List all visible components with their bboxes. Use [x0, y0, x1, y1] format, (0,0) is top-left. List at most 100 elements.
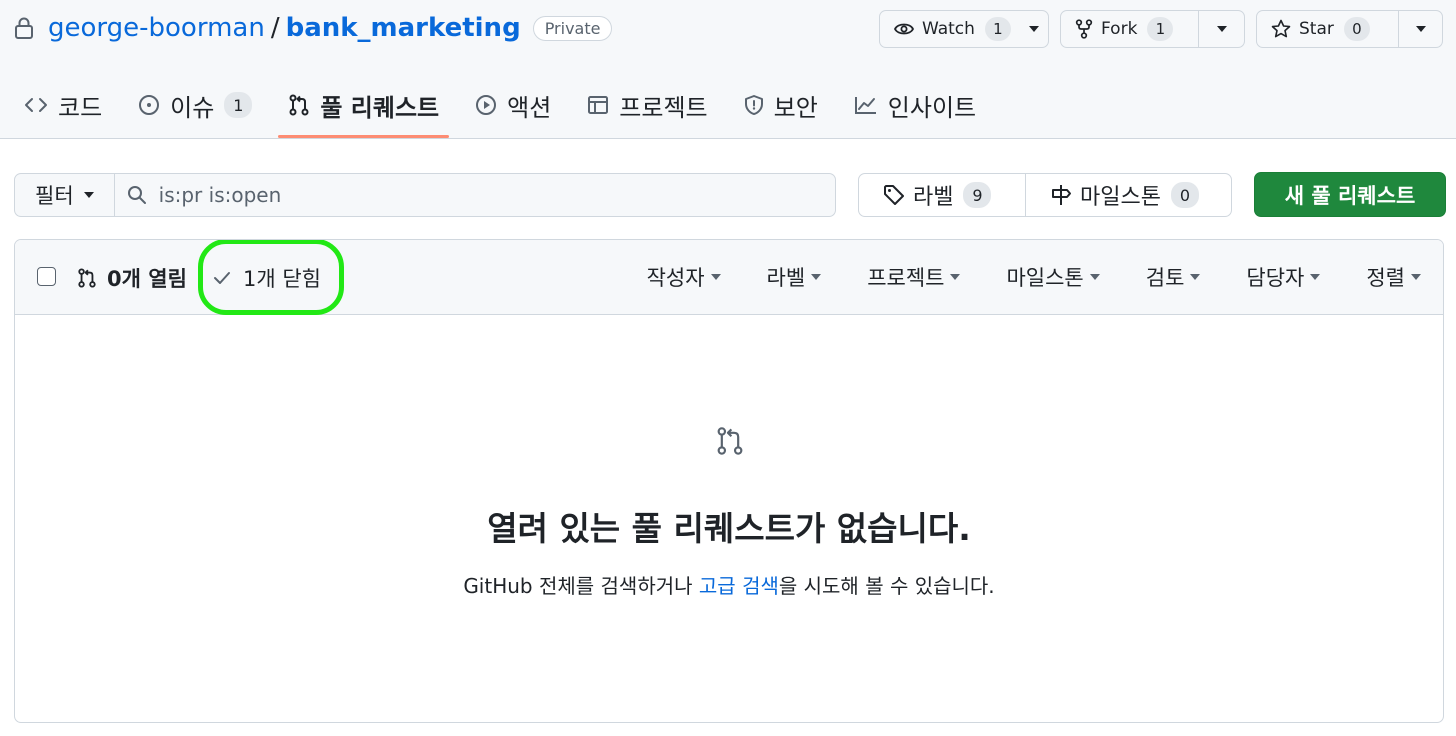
list-header: 0개 열림 1개 닫힘 작성자 라벨 프로젝트 마일스톤 검토 담당자 정렬: [15, 240, 1443, 315]
repo-title: george-boorman / bank_marketing Private: [14, 10, 613, 46]
tab-label: 코드: [58, 93, 103, 122]
repo-header: george-boorman / bank_marketing Private …: [0, 0, 1456, 139]
labels-label: 라벨: [913, 185, 954, 210]
author-menu[interactable]: 작성자: [647, 262, 721, 292]
filter-bar: 필터: [14, 173, 836, 217]
watch-dropdown[interactable]: [1021, 11, 1048, 47]
watch-label: Watch: [922, 19, 975, 39]
tab-security[interactable]: 보안: [734, 80, 828, 130]
chevron-down-icon: [1216, 26, 1227, 32]
empty-state-title: 열려 있는 풀 리퀘스트가 없습니다.: [487, 509, 971, 548]
desc-text-before: GitHub 전체를 검색하거나: [463, 574, 699, 598]
star-label: Star: [1299, 19, 1334, 39]
chevron-down-icon: [811, 274, 822, 280]
menu-label: 정렬: [1366, 266, 1405, 290]
fork-count: 1: [1147, 17, 1174, 41]
reviews-menu[interactable]: 검토: [1146, 262, 1201, 292]
chevron-down-icon: [1310, 274, 1321, 280]
star-dropdown[interactable]: [1398, 11, 1442, 47]
tab-actions[interactable]: 액션: [465, 80, 561, 130]
menu-label: 라벨: [766, 266, 806, 290]
tag-icon: [884, 185, 904, 205]
advanced-search-link[interactable]: 고급 검색: [699, 574, 779, 598]
watch-count: 1: [984, 17, 1011, 41]
fork-button-group: Fork 1: [1060, 10, 1245, 48]
tab-label: 이슈: [170, 93, 215, 122]
tab-count: 1: [224, 92, 253, 118]
lock-icon: [15, 17, 33, 39]
menu-label: 검토: [1145, 266, 1185, 290]
fork-button[interactable]: Fork 1: [1061, 11, 1198, 47]
repo-name-link[interactable]: bank_marketing: [286, 13, 521, 43]
fork-dropdown[interactable]: [1198, 11, 1244, 47]
filter-button[interactable]: 필터: [15, 174, 115, 216]
eye-icon: [894, 23, 914, 35]
tab-label: 보안: [773, 93, 818, 122]
milestones-count: 0: [1170, 182, 1199, 208]
select-all-checkbox[interactable]: [37, 267, 56, 286]
assignee-menu[interactable]: 담당자: [1246, 262, 1321, 292]
star-icon: [1271, 19, 1291, 38]
open-count-label: 0개 열림: [107, 267, 187, 291]
closed-count-label: 1개 닫힘: [243, 267, 321, 291]
label-menu[interactable]: 라벨: [767, 262, 822, 292]
issue-icon: [139, 95, 160, 115]
chevron-down-icon: [1190, 274, 1201, 280]
list-filter-menus: 작성자 라벨 프로젝트 마일스톤 검토 담당자 정렬: [601, 262, 1421, 292]
watch-button-group: Watch 1: [879, 10, 1049, 48]
star-button-group: Star 0: [1256, 10, 1443, 48]
tab-pull-requests[interactable]: 풀 리퀘스트: [278, 80, 449, 138]
watch-button[interactable]: Watch 1: [880, 11, 1021, 47]
pull-request-icon: [717, 427, 743, 455]
star-button[interactable]: Star 0: [1257, 11, 1398, 47]
milestones-button[interactable]: 마일스톤 0: [1025, 174, 1217, 216]
tab-insights[interactable]: 인사이트: [844, 80, 986, 130]
repo-separator: /: [270, 13, 280, 43]
fork-label: Fork: [1101, 19, 1138, 39]
shield-icon: [744, 95, 763, 115]
sort-menu[interactable]: 정렬: [1366, 262, 1421, 292]
menu-label: 프로젝트: [867, 266, 945, 290]
chevron-down-icon: [1029, 26, 1040, 32]
repo-owner-link[interactable]: george-boorman: [48, 13, 265, 43]
pull-request-icon: [289, 94, 309, 116]
labels-count: 9: [963, 182, 992, 208]
star-count: 0: [1343, 17, 1370, 41]
milestone-icon: [1052, 185, 1071, 205]
tab-label: 액션: [507, 93, 552, 122]
desc-text-after: 을 시도해 볼 수 있습니다.: [778, 574, 995, 598]
pull-request-list: 0개 열림 1개 닫힘 작성자 라벨 프로젝트 마일스톤 검토 담당자 정렬 열…: [14, 239, 1444, 723]
closed-filter-link[interactable]: 1개 닫힘: [213, 263, 321, 293]
tab-label: 풀 리퀘스트: [320, 93, 440, 122]
open-filter-link[interactable]: 0개 열림: [77, 263, 187, 293]
search-box: [114, 174, 835, 216]
tab-label: 인사이트: [887, 93, 977, 122]
check-icon: [214, 272, 230, 284]
tab-issues[interactable]: 이슈 1: [128, 80, 262, 130]
labels-milestones-group: 라벨 9 마일스톤 0: [858, 173, 1232, 217]
milestones-menu[interactable]: 마일스톤: [1006, 262, 1100, 292]
tab-label: 프로젝트: [619, 93, 708, 122]
chevron-down-icon: [83, 192, 94, 198]
code-icon: [25, 98, 47, 112]
menu-label: 작성자: [646, 266, 705, 290]
new-pull-request-button[interactable]: 새 풀 리퀘스트: [1254, 172, 1446, 217]
search-input[interactable]: [158, 183, 759, 207]
fork-icon: [1075, 19, 1093, 39]
repo-nav-tabs: 코드 이슈 1 풀 리퀘스트 액션 프로젝트 보안 인사이트: [14, 80, 1002, 138]
graph-icon: [854, 97, 876, 114]
chevron-down-icon: [1415, 26, 1426, 32]
menu-label: 담당자: [1246, 266, 1305, 290]
labels-button[interactable]: 라벨 9: [859, 174, 1025, 216]
projects-menu[interactable]: 프로젝트: [867, 262, 961, 292]
tab-projects[interactable]: 프로젝트: [577, 80, 717, 130]
visibility-badge: Private: [532, 15, 613, 41]
milestones-label: 마일스톤: [1080, 185, 1161, 210]
chevron-down-icon: [950, 274, 961, 280]
table-icon: [588, 96, 609, 114]
empty-state-description: GitHub 전체를 검색하거나 고급 검색을 시도해 볼 수 있습니다.: [15, 570, 1443, 599]
tab-code[interactable]: 코드: [14, 80, 112, 130]
play-icon: [476, 95, 497, 115]
pull-request-icon: [78, 268, 96, 288]
chevron-down-icon: [710, 274, 721, 280]
